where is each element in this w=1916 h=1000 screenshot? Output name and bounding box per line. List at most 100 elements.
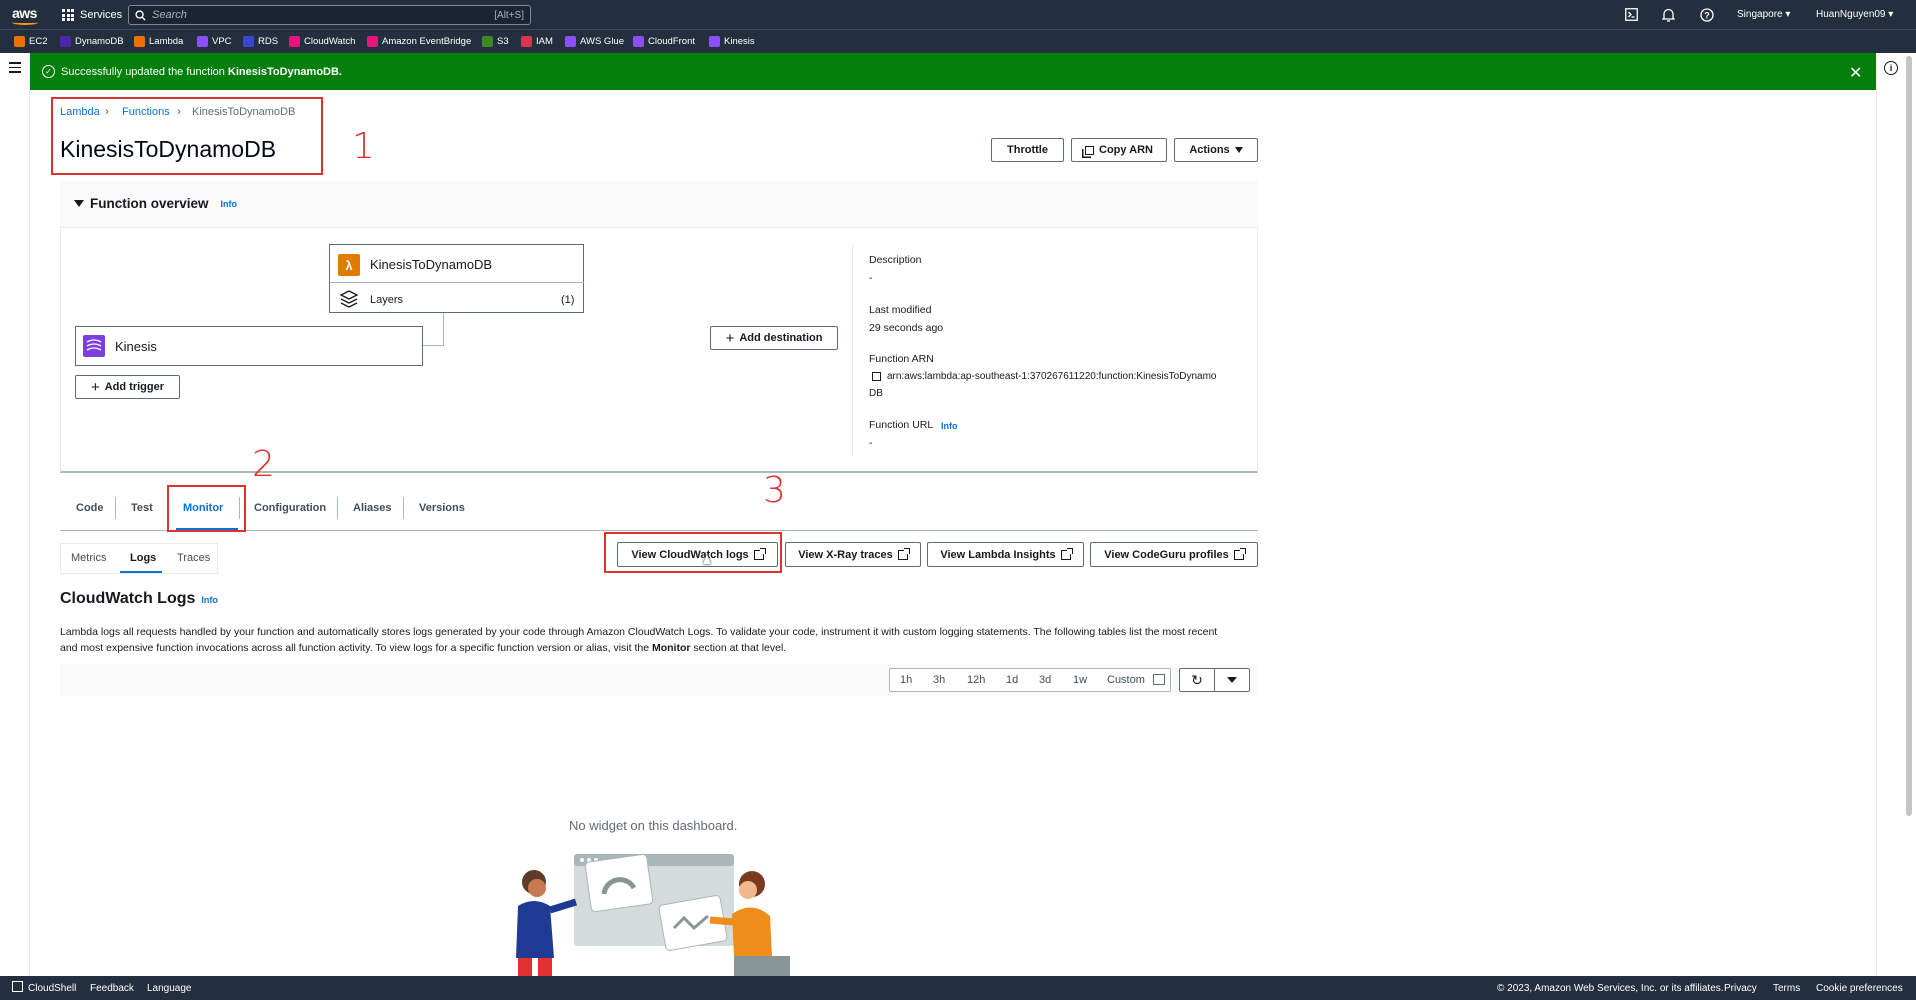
- annotation-box-2: [167, 485, 246, 532]
- function-node-divider: [329, 282, 584, 283]
- range-1d[interactable]: 1d: [1006, 674, 1018, 686]
- info-link[interactable]: Info: [941, 421, 958, 431]
- footer-terms[interactable]: Terms: [1773, 983, 1800, 994]
- eventbridge-icon: [367, 35, 378, 47]
- function-overview-toggle[interactable]: Function overview Info: [74, 196, 237, 211]
- layers-label[interactable]: Layers: [370, 294, 403, 306]
- annotation-box-3: [604, 532, 782, 573]
- tab-versions[interactable]: Versions: [419, 502, 465, 514]
- fav-ec2[interactable]: EC2: [14, 34, 47, 48]
- range-1h[interactable]: 1h: [900, 674, 912, 686]
- add-destination-button[interactable]: + Add destination: [710, 326, 838, 350]
- aws-logo-smile: [12, 20, 38, 25]
- annotation-number-1: 1: [352, 126, 375, 167]
- empty-dashboard-message: No widget on this dashboard.: [569, 818, 738, 833]
- view-xray-traces-button[interactable]: View X-Ray traces: [785, 542, 921, 567]
- tab-aliases[interactable]: Aliases: [353, 502, 392, 514]
- footer-language[interactable]: Language: [147, 983, 192, 994]
- range-1w[interactable]: 1w: [1073, 674, 1087, 686]
- footer-feedback[interactable]: Feedback: [90, 983, 134, 994]
- kinesis-icon: [83, 335, 105, 357]
- external-link-icon: [897, 547, 910, 560]
- annotation-number-2: 2: [252, 444, 275, 485]
- info-link[interactable]: Info: [201, 595, 218, 605]
- fav-cloudwatch[interactable]: CloudWatch: [289, 34, 355, 48]
- lambda-icon: [134, 35, 145, 47]
- services-menu-button[interactable]: Services: [62, 6, 122, 24]
- search-input[interactable]: [152, 9, 495, 21]
- caret-down-icon: [1227, 677, 1237, 683]
- fav-dynamodb[interactable]: DynamoDB: [60, 34, 124, 48]
- copy-icon[interactable]: [872, 372, 881, 381]
- cloudshell-icon[interactable]: [12, 981, 23, 992]
- footer-cookie-preferences[interactable]: Cookie preferences: [1816, 983, 1903, 994]
- fav-kinesis[interactable]: Kinesis: [709, 34, 755, 48]
- fav-eventbridge[interactable]: Amazon EventBridge: [367, 34, 471, 48]
- copy-arn-button[interactable]: Copy ARN: [1071, 138, 1167, 162]
- help-icon[interactable]: ?: [1699, 7, 1714, 22]
- range-12h[interactable]: 12h: [967, 674, 985, 686]
- account-menu[interactable]: HuanNguyen09 ▾: [1816, 9, 1893, 20]
- close-icon[interactable]: ✕: [1849, 63, 1862, 83]
- fav-aws-glue[interactable]: AWS Glue: [565, 34, 624, 48]
- scrollbar[interactable]: [1906, 56, 1912, 816]
- layers-icon: [339, 290, 359, 308]
- info-link[interactable]: Info: [221, 199, 238, 209]
- footer-cloudshell[interactable]: CloudShell: [28, 983, 76, 994]
- menu-hamburger-icon[interactable]: [9, 62, 21, 76]
- range-3h[interactable]: 3h: [933, 674, 945, 686]
- notifications-bell-icon[interactable]: [1661, 7, 1676, 22]
- subtab-logs[interactable]: Logs: [130, 552, 156, 564]
- favorites-bar: [0, 29, 1916, 53]
- active-subtab-indicator: [120, 571, 162, 573]
- services-label: Services: [80, 9, 123, 21]
- tab-test[interactable]: Test: [131, 502, 153, 514]
- fav-rds[interactable]: RDS: [243, 34, 278, 48]
- refresh-options-dropdown[interactable]: [1214, 668, 1250, 692]
- calendar-icon[interactable]: [1153, 674, 1165, 685]
- last-modified-value: 29 seconds ago: [869, 322, 944, 334]
- ec2-icon: [14, 35, 25, 47]
- subtab-traces[interactable]: Traces: [177, 552, 210, 564]
- cloudwatch-logs-title: CloudWatch Logs Info: [60, 590, 218, 607]
- actions-dropdown-button[interactable]: Actions: [1174, 138, 1258, 162]
- refresh-button[interactable]: ↻: [1179, 668, 1215, 692]
- search-shortcut: [Alt+S]: [494, 9, 524, 21]
- cloudshell-icon[interactable]: [1624, 7, 1639, 22]
- cloudwatch-logs-description: Lambda logs all requests handled by your…: [60, 626, 1218, 654]
- mouse-cursor: [703, 554, 711, 564]
- lambda-icon: λ: [338, 254, 360, 276]
- left-rail: [0, 53, 30, 976]
- cloudfront-icon: [633, 35, 644, 47]
- region-selector[interactable]: Singapore ▾: [1737, 9, 1790, 20]
- search-box[interactable]: [Alt+S]: [128, 5, 531, 25]
- fav-vpc[interactable]: VPC: [197, 34, 232, 48]
- banner-text: Successfully updated the function: [61, 65, 225, 78]
- add-trigger-button[interactable]: + Add trigger: [75, 375, 180, 399]
- fav-iam[interactable]: IAM: [521, 34, 553, 48]
- throttle-button[interactable]: Throttle: [991, 138, 1064, 162]
- fav-s3[interactable]: S3: [482, 34, 509, 48]
- view-codeguru-profiles-button[interactable]: View CodeGuru profiles: [1090, 542, 1258, 567]
- footer-privacy[interactable]: Privacy: [1724, 983, 1757, 994]
- function-url-value: -: [869, 437, 873, 449]
- vpc-icon: [197, 35, 208, 47]
- subtab-metrics[interactable]: Metrics: [71, 552, 106, 564]
- connector-line: [423, 345, 444, 346]
- fav-lambda[interactable]: Lambda: [134, 34, 183, 48]
- fav-cloudfront[interactable]: CloudFront: [633, 34, 695, 48]
- aws-logo[interactable]: aws: [12, 5, 37, 21]
- function-node[interactable]: [329, 244, 584, 313]
- tab-code[interactable]: Code: [76, 502, 104, 514]
- rds-icon: [243, 35, 254, 47]
- svg-text:?: ?: [1704, 10, 1710, 20]
- tab-separator: [337, 497, 338, 519]
- view-lambda-insights-button[interactable]: View Lambda Insights: [927, 542, 1084, 567]
- connector-line: [443, 313, 444, 345]
- iam-icon: [521, 35, 532, 47]
- success-banner: ✓ Successfully updated the function Kine…: [30, 53, 1876, 90]
- range-custom[interactable]: Custom: [1107, 674, 1145, 686]
- info-panel-icon[interactable]: i: [1884, 61, 1898, 75]
- range-3d[interactable]: 3d: [1039, 674, 1051, 686]
- tab-configuration[interactable]: Configuration: [254, 502, 326, 514]
